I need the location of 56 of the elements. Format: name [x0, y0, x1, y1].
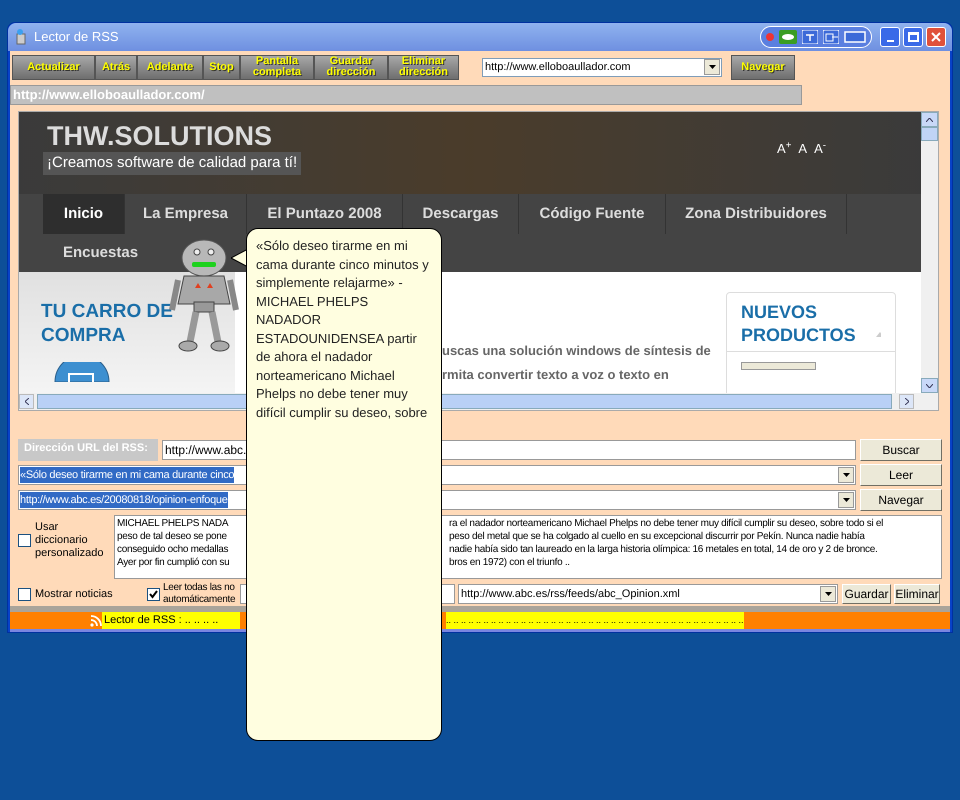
chevron-right-icon: [904, 398, 908, 405]
status-text: Lector de RSS : .. .. .. ..: [102, 612, 240, 629]
maximize-button[interactable]: [903, 27, 923, 47]
cart-title: TU CARRO DE COMPRA: [41, 300, 174, 348]
maximize-strip-icon[interactable]: [844, 31, 866, 43]
article-text: uscas una solución windows de síntesis de: [442, 342, 712, 360]
font-size-link[interactable]: A: [798, 139, 808, 159]
minimize-button[interactable]: [880, 27, 900, 47]
scroll-right-button[interactable]: [899, 394, 914, 409]
scroll-up-button[interactable]: [921, 112, 938, 127]
article-text: rmita convertir texto a voz o texto en: [442, 366, 670, 384]
cart-icon: [53, 362, 111, 382]
form-button[interactable]: Guardar: [842, 584, 891, 604]
nav-tab[interactable]: La Empresa: [125, 194, 247, 234]
form-button[interactable]: Buscar: [860, 438, 942, 460]
close-icon: [931, 32, 941, 42]
products-title: NUEVOS PRODUCTOS: [741, 301, 857, 347]
nav-tab[interactable]: Zona Distribuidores: [666, 194, 847, 234]
vertical-scrollbar[interactable]: [921, 112, 938, 393]
chevron-left-icon: [24, 398, 28, 405]
export-icon[interactable]: [822, 30, 839, 44]
toolbar-button[interactable]: Eliminar dirección: [388, 54, 459, 80]
rss-icon: [90, 614, 102, 626]
form-button[interactable]: Navegar: [860, 488, 942, 510]
nav-tab[interactable]: Inicio: [43, 194, 125, 234]
feed-combo[interactable]: http://www.abc.es/rss/feeds/abc_Opinion.xml: [458, 584, 838, 604]
url-combo[interactable]: http://www.elloboaullador.com: [482, 58, 722, 76]
site-title: THW.SOLUTIONS: [47, 120, 272, 152]
checkbox[interactable]: [147, 588, 160, 600]
font-size-link[interactable]: A$^{-}$: [814, 139, 826, 159]
toolbar-button[interactable]: Guardar dirección: [314, 54, 388, 80]
font-size-link[interactable]: A$^{+}$: [777, 139, 792, 159]
checkbox-label: Mostrar noticias: [35, 586, 113, 602]
checkbox-label: automáticamente: [163, 594, 236, 606]
toolbar-button[interactable]: Pantalla completa: [240, 54, 314, 80]
scroll-thumb[interactable]: [921, 127, 938, 141]
status-text: .. .. .. .. .. .. .. .. .. .. .. .. .. .. .. .. .. .. .. .. .. .. .. .. .. .. .. .. .. .. .. .. .. .. .. .. .. .. .. ..: [446, 612, 744, 629]
nav-tab[interactable]: Código Fuente: [519, 194, 666, 234]
form-button[interactable]: Leer: [860, 464, 942, 486]
speech-tooltip: «Sólo deseo tirarme en mi cama durante cinco minutos y simplemente relajarme» - MICHAEL PHELPS NADADOR ESTADOUNIDENSEA partir de ahora el nadador norteamericano Michael Phelps no debe tener muy difícil cumplir su deseo, sobre: [246, 228, 442, 741]
scroll-down-button[interactable]: [921, 378, 938, 393]
close-button[interactable]: [926, 27, 946, 47]
scroll-left-button[interactable]: [19, 394, 34, 409]
checkbox[interactable]: [18, 588, 31, 600]
checkbox-label: Leer todas las no: [163, 582, 236, 594]
site-tagline: ¡Creamos software de calidad para tí!: [43, 152, 302, 174]
chevron-down-icon: [926, 384, 933, 388]
app-icon: [14, 29, 28, 45]
eye-icon[interactable]: [779, 30, 798, 44]
form-button[interactable]: Eliminar: [894, 584, 940, 604]
window-title: Lector de RSS: [34, 28, 119, 46]
nav-tab[interactable]: Encuestas: [43, 234, 153, 272]
chevron-up-icon: [926, 118, 933, 122]
restore-icon[interactable]: [802, 30, 818, 44]
checkbox[interactable]: [18, 534, 31, 547]
checkbox-label: Usar diccionario personalizado: [35, 521, 104, 560]
